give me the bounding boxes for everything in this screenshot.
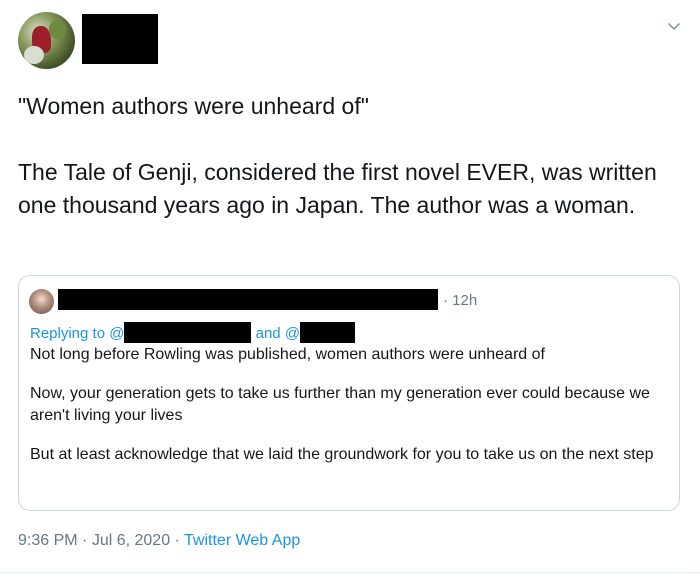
reply-mention-and[interactable]: and @ <box>256 325 300 342</box>
tweet-source[interactable]: Twitter Web App <box>184 532 300 549</box>
divider <box>0 572 700 573</box>
meta-separator: · <box>170 532 185 549</box>
quoted-timestamp[interactable]: · 12h <box>443 292 477 309</box>
tweet-meta: 9:36 PM · Jul 6, 2020 · Twitter Web App <box>18 532 300 550</box>
avatar[interactable] <box>18 12 75 69</box>
reply-mention-prefix[interactable]: Replying to @ <box>30 325 124 342</box>
avatar-detail <box>24 46 44 64</box>
quoted-paragraph: But at least acknowledge that we laid th… <box>30 446 654 463</box>
redacted-quoted-author <box>58 289 438 310</box>
redacted-author-name <box>82 14 158 64</box>
quoted-paragraph: Not long before Rowling was published, w… <box>30 346 545 363</box>
tweet-text-line: "Women authors were unheard of" <box>18 93 369 119</box>
tweet-time[interactable]: 9:36 PM <box>18 532 78 549</box>
tweet-date[interactable]: Jul 6, 2020 <box>92 532 170 549</box>
tweet-text-line: The Tale of Genji, considered the first … <box>18 159 657 218</box>
tweet-text: "Women authors were unheard of" The Tale… <box>18 90 678 222</box>
quoted-tweet[interactable]: · 12h Replying to @ and @ Not long befor… <box>18 275 680 511</box>
quoted-avatar[interactable] <box>29 289 54 314</box>
redacted-mention <box>300 322 356 343</box>
avatar-detail <box>49 20 66 39</box>
quoted-paragraph: Now, your generation gets to take us fur… <box>30 385 650 424</box>
replying-to: Replying to @ and @ <box>30 322 356 343</box>
chevron-down-icon[interactable] <box>666 18 682 34</box>
meta-separator: · <box>77 532 92 549</box>
quoted-text: Not long before Rowling was published, w… <box>30 344 660 483</box>
redacted-mention <box>124 322 252 343</box>
